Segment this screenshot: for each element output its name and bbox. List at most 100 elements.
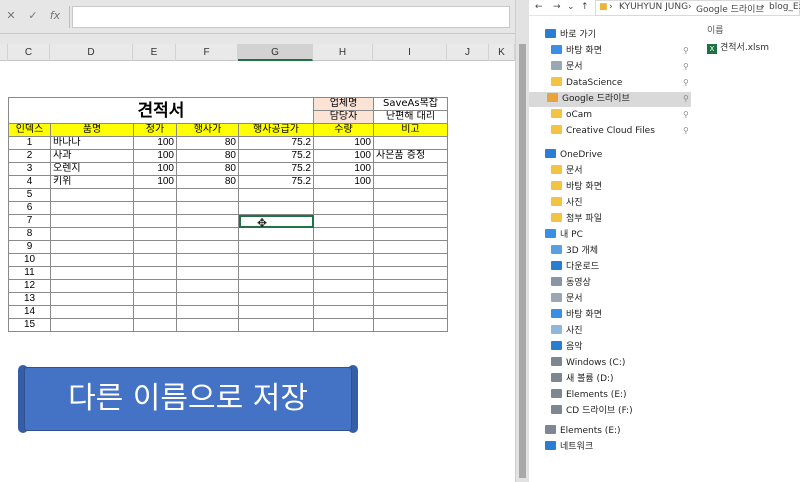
cell-name[interactable]: 키위 bbox=[50, 175, 134, 189]
nav-item[interactable]: 바로 가기 bbox=[545, 28, 596, 43]
cell-price[interactable]: 100 bbox=[133, 136, 177, 150]
cell-price[interactable] bbox=[133, 305, 177, 319]
pin-icon[interactable]: ⚲ bbox=[683, 62, 689, 71]
cell-sale[interactable] bbox=[176, 227, 239, 241]
nav-item[interactable]: 문서 bbox=[551, 292, 583, 307]
cell-price[interactable] bbox=[133, 266, 177, 280]
nav-item[interactable]: 3D 개체 bbox=[551, 244, 598, 259]
nav-item[interactable]: 바탕 화면 bbox=[551, 308, 602, 323]
cell-sale[interactable] bbox=[176, 253, 239, 267]
cell-sale[interactable] bbox=[176, 201, 239, 215]
cell-sale[interactable] bbox=[176, 240, 239, 254]
scrollbar-thumb[interactable] bbox=[519, 44, 526, 478]
header-cell[interactable]: 품명 bbox=[50, 123, 134, 137]
cell-sale[interactable]: 80 bbox=[176, 162, 239, 176]
cell-qty[interactable] bbox=[313, 318, 374, 332]
cell-qty[interactable] bbox=[313, 305, 374, 319]
nav-item[interactable]: 바탕 화면 bbox=[551, 44, 602, 59]
cell-name[interactable] bbox=[50, 253, 134, 267]
nav-item[interactable]: DataScience bbox=[551, 76, 622, 91]
cell-note[interactable] bbox=[373, 227, 448, 241]
header-cell[interactable]: 비고 bbox=[373, 123, 448, 137]
cell-note[interactable] bbox=[373, 318, 448, 332]
pin-icon[interactable]: ⚲ bbox=[683, 78, 689, 87]
cell-note[interactable] bbox=[373, 279, 448, 293]
cell-note[interactable] bbox=[373, 136, 448, 150]
cell-qty[interactable]: 100 bbox=[313, 149, 374, 163]
fx-icon[interactable]: fx bbox=[46, 9, 64, 22]
cell-sale[interactable] bbox=[176, 214, 239, 228]
nav-item[interactable]: OneDrive bbox=[545, 148, 602, 163]
cell-note[interactable] bbox=[373, 266, 448, 280]
path-segment[interactable]: KYUHYUN JUNG bbox=[619, 2, 688, 12]
cell-supply[interactable] bbox=[238, 188, 314, 202]
cell-qty[interactable] bbox=[313, 279, 374, 293]
pin-icon[interactable]: ⚲ bbox=[683, 126, 689, 135]
cell-sale[interactable]: 80 bbox=[176, 136, 239, 150]
nav-item[interactable]: 문서 bbox=[551, 60, 583, 75]
cell-sale[interactable]: 80 bbox=[176, 175, 239, 189]
back-icon[interactable]: ← bbox=[535, 2, 543, 12]
cell-price[interactable]: 100 bbox=[133, 149, 177, 163]
cell-qty[interactable] bbox=[313, 292, 374, 306]
cell-sale[interactable] bbox=[176, 318, 239, 332]
cell-index[interactable]: 15 bbox=[8, 318, 51, 332]
cell-price[interactable]: 100 bbox=[133, 162, 177, 176]
cell-qty[interactable]: 100 bbox=[313, 136, 374, 150]
nav-item[interactable]: 사진 bbox=[551, 324, 583, 339]
column-header-e[interactable]: E bbox=[133, 44, 176, 61]
cell-name[interactable] bbox=[50, 305, 134, 319]
path-segment[interactable]: Google 드라이브 bbox=[696, 2, 764, 15]
nav-item[interactable]: 동영상 bbox=[551, 276, 591, 291]
cancel-icon[interactable]: ✕ bbox=[2, 9, 20, 22]
cell-supply[interactable] bbox=[238, 227, 314, 241]
nav-item[interactable]: oCam bbox=[551, 108, 592, 123]
header-cell[interactable]: 행사가 bbox=[176, 123, 239, 137]
cell-price[interactable] bbox=[133, 279, 177, 293]
nav-item[interactable]: Windows (C:) bbox=[551, 356, 625, 371]
pin-icon[interactable]: ⚲ bbox=[683, 110, 689, 119]
cell-price[interactable] bbox=[133, 253, 177, 267]
nav-item[interactable]: 새 볼륨 (D:) bbox=[551, 372, 614, 387]
cell-index[interactable]: 1 bbox=[8, 136, 51, 150]
cell-name[interactable] bbox=[50, 318, 134, 332]
enter-icon[interactable]: ✓ bbox=[24, 9, 42, 22]
column-header-j[interactable]: J bbox=[447, 44, 489, 61]
cell-sale[interactable] bbox=[176, 188, 239, 202]
cell-qty[interactable] bbox=[313, 266, 374, 280]
cell-name[interactable]: 사과 bbox=[50, 149, 134, 163]
cell-note[interactable] bbox=[373, 175, 448, 189]
header-cell[interactable]: 수량 bbox=[313, 123, 374, 137]
cell-price[interactable] bbox=[133, 292, 177, 306]
cell-supply[interactable] bbox=[238, 279, 314, 293]
nav-item[interactable]: 사진 bbox=[551, 196, 583, 211]
cell-name[interactable]: 바나나 bbox=[50, 136, 134, 150]
name-column-header[interactable]: 이름 bbox=[707, 23, 724, 36]
meta-value[interactable]: 난편해 대리 bbox=[373, 110, 448, 124]
cell-price[interactable]: 100 bbox=[133, 175, 177, 189]
cell-index[interactable]: 6 bbox=[8, 201, 51, 215]
cell-sale[interactable] bbox=[176, 266, 239, 280]
nav-item[interactable]: 음악 bbox=[551, 340, 583, 355]
cell-name[interactable] bbox=[50, 188, 134, 202]
pin-icon[interactable]: ⚲ bbox=[683, 94, 689, 103]
nav-item[interactable]: Elements (E:) bbox=[551, 388, 627, 403]
cell-index[interactable]: 14 bbox=[8, 305, 51, 319]
cell-qty[interactable]: 100 bbox=[313, 162, 374, 176]
cell-name[interactable] bbox=[50, 240, 134, 254]
cell-price[interactable] bbox=[133, 227, 177, 241]
recent-dropdown-icon[interactable]: ⌄ bbox=[567, 2, 575, 12]
cell-index[interactable]: 13 bbox=[8, 292, 51, 306]
cell-sale[interactable] bbox=[176, 279, 239, 293]
header-cell[interactable]: 인덱스 bbox=[8, 123, 51, 137]
cell-supply[interactable] bbox=[238, 253, 314, 267]
cell-supply[interactable] bbox=[238, 240, 314, 254]
cell-qty[interactable] bbox=[313, 214, 374, 228]
cell-name[interactable]: 오렌지 bbox=[50, 162, 134, 176]
meta-label[interactable]: 담당자 bbox=[313, 110, 374, 124]
file-item[interactable]: X 견적서.xlsm bbox=[707, 40, 769, 54]
meta-label[interactable]: 업체명 bbox=[313, 97, 374, 111]
nav-item[interactable]: 내 PC bbox=[545, 228, 583, 243]
column-header-k[interactable]: K bbox=[489, 44, 515, 61]
cell-price[interactable] bbox=[133, 188, 177, 202]
